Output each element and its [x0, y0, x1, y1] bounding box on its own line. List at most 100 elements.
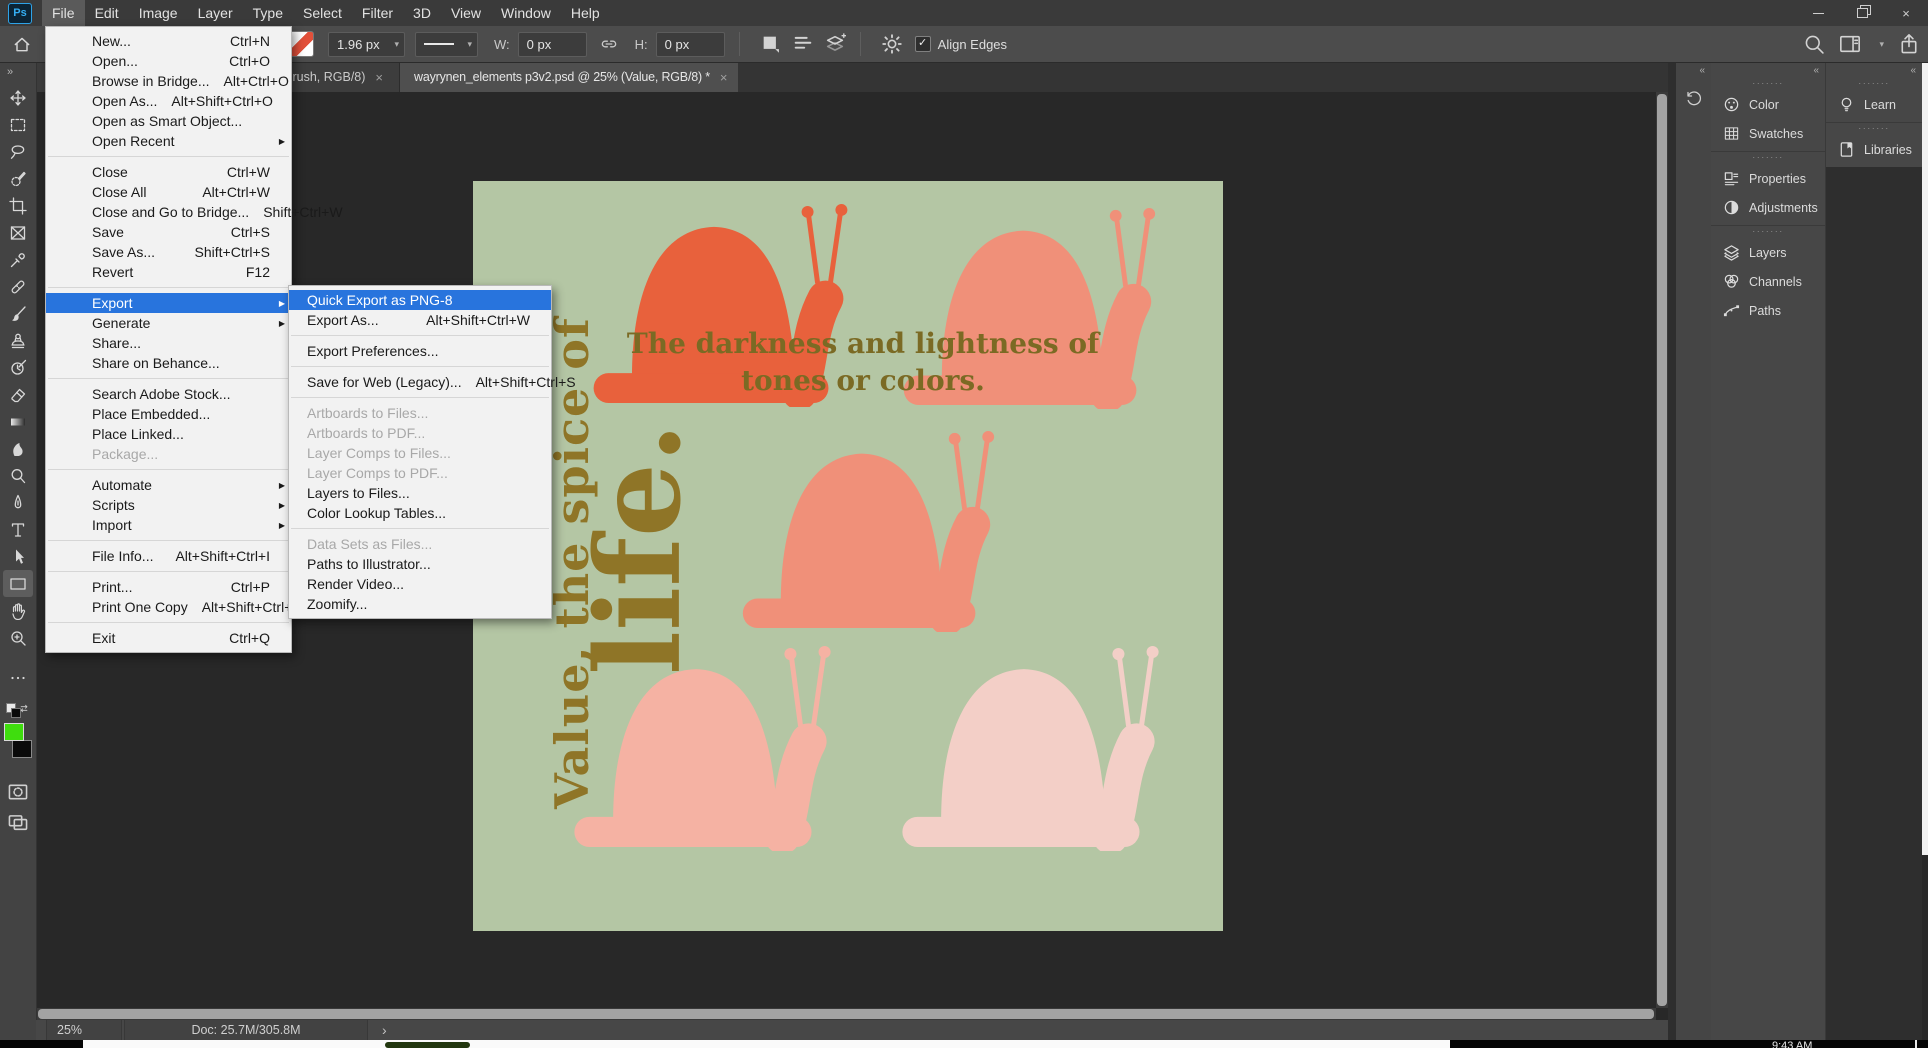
- menu-filter[interactable]: Filter: [352, 0, 403, 26]
- link-dimensions-icon[interactable]: [599, 34, 619, 54]
- menu-item-file-info[interactable]: File Info...Alt+Shift+Ctrl+I: [46, 546, 291, 566]
- panel-button-color[interactable]: Color: [1711, 90, 1825, 119]
- menu-type[interactable]: Type: [243, 0, 293, 26]
- menu-item-search-adobe-stock[interactable]: Search Adobe Stock...: [46, 384, 291, 404]
- menu-item-print-one-copy[interactable]: Print One CopyAlt+Shift+Ctrl+P: [46, 597, 291, 617]
- panel-button-layers[interactable]: Layers: [1711, 238, 1825, 267]
- menu-3d[interactable]: 3D: [403, 0, 441, 26]
- tab-close-icon[interactable]: ×: [720, 70, 727, 85]
- workspace-switcher[interactable]: [1839, 33, 1861, 55]
- frame-tool[interactable]: [3, 219, 33, 246]
- panel-button-properties[interactable]: Properties: [1711, 164, 1825, 193]
- panel-drag-handle[interactable]: ·······: [1826, 78, 1922, 90]
- menu-item-import[interactable]: Import▶: [46, 515, 291, 535]
- horizontal-scrollbar[interactable]: [36, 1008, 1656, 1020]
- menu-image[interactable]: Image: [129, 0, 188, 26]
- menu-item-zoomify[interactable]: Zoomify...: [289, 594, 551, 614]
- gear-icon[interactable]: [881, 33, 903, 55]
- lasso-tool[interactable]: [3, 138, 33, 165]
- tab-close-icon[interactable]: ×: [375, 70, 383, 85]
- zoom-tool[interactable]: [3, 624, 33, 651]
- panel-drag-handle[interactable]: ·······: [1711, 78, 1825, 90]
- align-button[interactable]: [792, 33, 814, 55]
- pen-tool[interactable]: [3, 489, 33, 516]
- history-brush-tool[interactable]: [3, 354, 33, 381]
- menu-item-exit[interactable]: ExitCtrl+Q: [46, 628, 291, 648]
- panel-button-paths[interactable]: Paths: [1711, 296, 1825, 325]
- screen-mode-button[interactable]: [7, 811, 29, 833]
- menu-window[interactable]: Window: [491, 0, 561, 26]
- menu-item-place-embedded[interactable]: Place Embedded...: [46, 404, 291, 424]
- menu-item-layers-to-files[interactable]: Layers to Files...: [289, 483, 551, 503]
- height-input[interactable]: 0 px: [656, 32, 725, 57]
- menu-item-export-as[interactable]: Export As...Alt+Shift+Ctrl+W: [289, 310, 551, 330]
- foreground-color-swatch[interactable]: [4, 723, 24, 741]
- menu-item-export-preferences[interactable]: Export Preferences...: [289, 341, 551, 361]
- collapse-dock-chevron[interactable]: «: [1826, 62, 1922, 78]
- menu-item-paths-to-illustrator[interactable]: Paths to Illustrator...: [289, 554, 551, 574]
- minimize-button[interactable]: [1796, 0, 1840, 26]
- panel-drag-handle[interactable]: ·······: [1826, 123, 1922, 135]
- menu-edit[interactable]: Edit: [85, 0, 129, 26]
- close-button[interactable]: ×: [1884, 0, 1928, 26]
- dodge-tool[interactable]: [3, 462, 33, 489]
- swap-colors-icon[interactable]: [19, 702, 32, 715]
- search-icon[interactable]: [1803, 33, 1825, 55]
- menu-item-open[interactable]: Open...Ctrl+O: [46, 51, 291, 71]
- stroke-style-dropdown[interactable]: ▾: [415, 32, 478, 57]
- menu-item-scripts[interactable]: Scripts▶: [46, 495, 291, 515]
- menu-item-save[interactable]: SaveCtrl+S: [46, 222, 291, 242]
- collapse-dock-chevron[interactable]: «: [1711, 62, 1825, 78]
- menu-select[interactable]: Select: [293, 0, 352, 26]
- menu-item-generate[interactable]: Generate▶: [46, 313, 291, 333]
- rectangular-marquee-tool[interactable]: [3, 111, 33, 138]
- menu-item-close-all[interactable]: Close AllAlt+Ctrl+W: [46, 182, 291, 202]
- panel-drag-handle[interactable]: ·······: [1711, 152, 1825, 164]
- panel-button-libraries[interactable]: Libraries: [1826, 135, 1922, 164]
- quick-selection-tool[interactable]: [3, 165, 33, 192]
- menu-view[interactable]: View: [441, 0, 491, 26]
- path-operations-button[interactable]: [760, 33, 782, 55]
- panel-button-learn[interactable]: Learn: [1826, 90, 1922, 119]
- home-button[interactable]: [12, 34, 32, 54]
- collapse-dock-chevron[interactable]: «: [1676, 62, 1711, 78]
- menu-file[interactable]: File: [42, 0, 85, 26]
- spot-healing-brush-tool[interactable]: [3, 273, 33, 300]
- width-input[interactable]: 0 px: [518, 32, 587, 57]
- vertical-scrollbar[interactable]: [1656, 92, 1668, 1008]
- menu-item-close[interactable]: CloseCtrl+W: [46, 162, 291, 182]
- zoom-level-field[interactable]: 25%: [46, 1020, 122, 1040]
- menu-item-automate[interactable]: Automate▶: [46, 475, 291, 495]
- history-panel-icon[interactable]: [1685, 90, 1703, 108]
- align-edges-checkbox[interactable]: ✓ Align Edges: [915, 36, 1007, 52]
- gradient-tool[interactable]: [3, 408, 33, 435]
- menu-item-share-on-behance[interactable]: Share on Behance...: [46, 353, 291, 373]
- status-chevron-icon[interactable]: ›: [382, 1022, 387, 1038]
- artboard[interactable]: The darkness and lightness of tones or c…: [473, 181, 1223, 931]
- restore-button[interactable]: [1840, 0, 1884, 26]
- stroke-width-dropdown[interactable]: 1.96 px▾: [328, 32, 405, 57]
- eraser-tool[interactable]: [3, 381, 33, 408]
- smudge-tool[interactable]: [3, 435, 33, 462]
- menu-item-render-video[interactable]: Render Video...: [289, 574, 551, 594]
- menu-item-place-linked[interactable]: Place Linked...: [46, 424, 291, 444]
- menu-item-revert[interactable]: RevertF12: [46, 262, 291, 282]
- panel-button-channels[interactable]: Channels: [1711, 267, 1825, 296]
- panel-drag-handle[interactable]: ·······: [1711, 226, 1825, 238]
- menu-item-color-lookup-tables[interactable]: Color Lookup Tables...: [289, 503, 551, 523]
- menu-item-quick-export-as-png-8[interactable]: Quick Export as PNG-8: [289, 290, 551, 310]
- chevron-down-icon[interactable]: ▾: [1879, 39, 1884, 50]
- menu-item-save-for-web-legacy[interactable]: Save for Web (Legacy)...Alt+Shift+Ctrl+S: [289, 372, 551, 392]
- menu-item-share[interactable]: Share...: [46, 333, 291, 353]
- crop-tool[interactable]: [3, 192, 33, 219]
- edit-toolbar[interactable]: [3, 664, 33, 691]
- eyedropper-tool[interactable]: [3, 246, 33, 273]
- background-color-swatch[interactable]: [12, 740, 32, 758]
- menu-item-close-and-go-to-bridge[interactable]: Close and Go to Bridge...Shift+Ctrl+W: [46, 202, 291, 222]
- menu-help[interactable]: Help: [561, 0, 610, 26]
- menu-item-browse-in-bridge[interactable]: Browse in Bridge...Alt+Ctrl+O: [46, 71, 291, 91]
- clone-stamp-tool[interactable]: [3, 327, 33, 354]
- rectangle-tool[interactable]: [3, 570, 33, 597]
- type-tool[interactable]: [3, 516, 33, 543]
- menu-item-export[interactable]: Export▶: [46, 293, 291, 313]
